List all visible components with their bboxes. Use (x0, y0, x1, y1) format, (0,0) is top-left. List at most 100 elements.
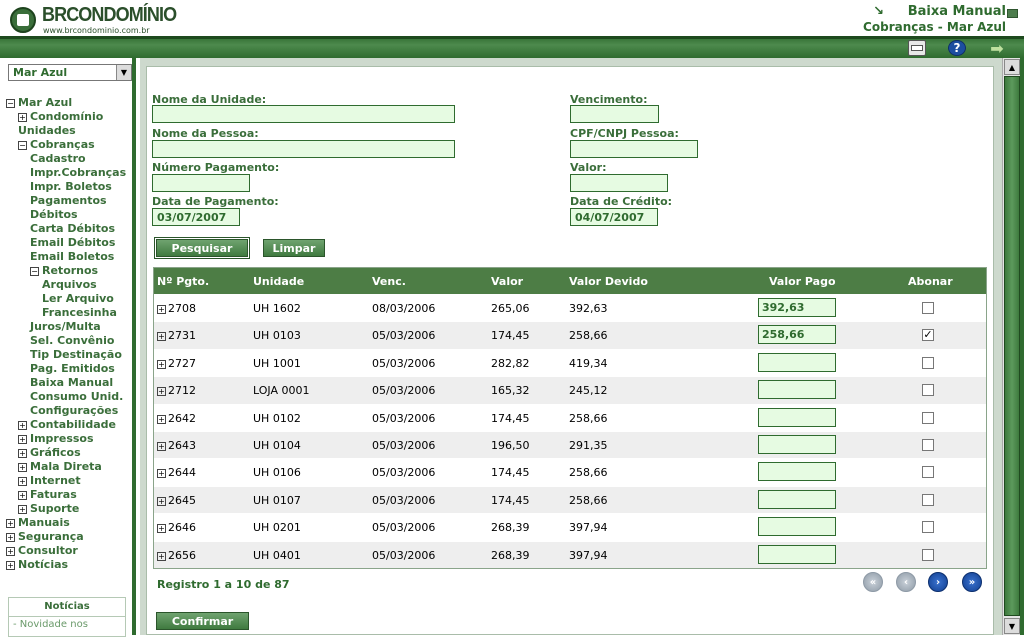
sidebar-item[interactable]: Francesinha (6, 306, 136, 320)
abonar-checkbox[interactable] (922, 384, 934, 397)
expand-icon[interactable]: + (6, 519, 15, 528)
credit-date-input[interactable]: 04/07/2007 (570, 208, 658, 226)
sidebar-item[interactable]: Unidades (6, 124, 136, 138)
sidebar-item[interactable]: Débitos (6, 208, 136, 222)
cpf-input[interactable] (570, 140, 698, 158)
expand-icon[interactable]: + (18, 477, 27, 486)
sidebar-item[interactable]: + Impressos (6, 432, 136, 446)
exit-icon[interactable]: ➡ (988, 39, 1006, 58)
sidebar-item[interactable]: + Suporte (6, 502, 136, 516)
payment-number-input[interactable] (152, 174, 250, 192)
expand-row-icon[interactable]: + (157, 387, 166, 397)
sidebar-item[interactable]: Email Boletos (6, 250, 136, 264)
sidebar-item[interactable]: − Retornos (6, 264, 136, 278)
sidebar-item[interactable]: + Mala Direta (6, 460, 136, 474)
paid-value-input[interactable] (758, 407, 836, 427)
clear-button[interactable]: Limpar (263, 239, 325, 257)
sidebar-item[interactable]: Tip Destinação (6, 348, 136, 362)
sidebar-item[interactable]: + Segurança (6, 530, 136, 544)
expand-icon[interactable]: + (18, 435, 27, 444)
paid-value-input[interactable] (758, 544, 836, 564)
sidebar-item[interactable]: Ler Arquivo (6, 292, 136, 306)
previous-page-icon[interactable]: ‹ (896, 572, 916, 592)
sidebar-item[interactable]: Consumo Unid. (6, 390, 136, 404)
sidebar-item[interactable]: + Manuais (6, 516, 136, 530)
expand-icon[interactable]: + (18, 491, 27, 500)
sidebar-item[interactable]: Impr.Cobranças (6, 166, 136, 180)
collapse-icon[interactable]: − (18, 141, 27, 150)
expand-icon[interactable]: + (18, 421, 27, 430)
expand-row-icon[interactable]: + (157, 469, 166, 479)
first-page-icon[interactable]: « (863, 572, 883, 592)
expand-icon[interactable]: + (6, 533, 15, 542)
sidebar-item[interactable]: Configurações (6, 404, 136, 418)
expand-icon[interactable]: + (18, 463, 27, 472)
sidebar-item[interactable]: Carta Débitos (6, 222, 136, 236)
paid-value-input[interactable] (758, 380, 836, 400)
confirm-button[interactable]: Confirmar (156, 612, 249, 630)
paid-value-input[interactable] (758, 434, 836, 454)
expand-row-icon[interactable]: + (157, 524, 166, 534)
person-name-input[interactable] (152, 140, 455, 158)
paid-value-input[interactable] (758, 462, 836, 482)
abonar-checkbox[interactable]: ✓ (922, 329, 934, 342)
sidebar-item[interactable]: − Cobranças (6, 138, 136, 152)
expand-icon[interactable]: + (18, 505, 27, 514)
expand-icon[interactable]: + (6, 547, 15, 556)
news-item[interactable]: - Novidade nos (9, 617, 125, 632)
sidebar-item[interactable]: + Faturas (6, 488, 136, 502)
scroll-up-icon[interactable]: ▲ (1004, 59, 1020, 75)
scrollbar[interactable]: ▲ ▼ (1002, 58, 1020, 635)
abonar-checkbox[interactable] (922, 466, 934, 479)
collapse-icon[interactable]: − (30, 267, 39, 276)
sidebar-item[interactable]: Sel. Convênio (6, 334, 136, 348)
abonar-checkbox[interactable] (922, 356, 934, 369)
abonar-checkbox[interactable] (922, 493, 934, 506)
paid-value-input[interactable] (758, 489, 836, 509)
printer-icon[interactable] (908, 40, 926, 56)
paid-value-input[interactable]: 258,66 (758, 325, 836, 345)
sidebar-item[interactable]: Impr. Boletos (6, 180, 136, 194)
payment-date-input[interactable]: 03/07/2007 (152, 208, 240, 226)
expand-row-icon[interactable]: + (157, 332, 166, 342)
sidebar-item[interactable]: + Gráficos (6, 446, 136, 460)
sidebar-item[interactable]: Cadastro (6, 152, 136, 166)
sidebar-item[interactable]: + Consultor (6, 544, 136, 558)
sidebar-item[interactable]: Arquivos (6, 278, 136, 292)
next-page-icon[interactable]: › (928, 572, 948, 592)
sidebar-item[interactable]: − Mar Azul (6, 96, 136, 110)
expand-row-icon[interactable]: + (157, 496, 166, 506)
sidebar-item[interactable]: + Notícias (6, 558, 136, 572)
search-button[interactable]: Pesquisar (154, 237, 250, 259)
value-input[interactable] (570, 174, 668, 192)
paid-value-input[interactable] (758, 352, 836, 372)
expand-icon[interactable]: + (18, 113, 27, 122)
abonar-checkbox[interactable] (922, 411, 934, 424)
expand-row-icon[interactable]: + (157, 441, 166, 451)
sidebar-item[interactable]: + Internet (6, 474, 136, 488)
due-input[interactable] (570, 105, 659, 123)
sidebar-item[interactable]: Baixa Manual (6, 376, 136, 390)
paid-value-input[interactable] (758, 517, 836, 537)
expand-icon[interactable]: + (18, 449, 27, 458)
sidebar-item[interactable]: + Contabilidade (6, 418, 136, 432)
paid-value-input[interactable]: 392,63 (758, 298, 836, 317)
expand-row-icon[interactable]: + (157, 414, 166, 424)
last-page-icon[interactable]: » (962, 572, 982, 592)
expand-row-icon[interactable]: + (157, 305, 166, 314)
help-icon[interactable]: ? (948, 40, 966, 56)
abonar-checkbox[interactable] (922, 548, 934, 561)
abonar-checkbox[interactable] (922, 302, 934, 314)
expand-row-icon[interactable]: + (157, 359, 166, 369)
collapse-icon[interactable]: − (6, 99, 15, 108)
sidebar-item[interactable]: Juros/Multa (6, 320, 136, 334)
sidebar-item[interactable]: + Condomínio (6, 110, 136, 124)
condo-select[interactable]: Mar Azul ▼ (8, 64, 132, 81)
abonar-checkbox[interactable] (922, 438, 934, 451)
sidebar-item[interactable]: Pag. Emitidos (6, 362, 136, 376)
expand-row-icon[interactable]: + (157, 551, 166, 561)
unit-name-input[interactable] (152, 105, 455, 123)
dropdown-arrow-icon[interactable]: ▼ (116, 65, 131, 80)
scrollbar-thumb[interactable] (1004, 76, 1020, 616)
expand-icon[interactable]: + (6, 561, 15, 570)
